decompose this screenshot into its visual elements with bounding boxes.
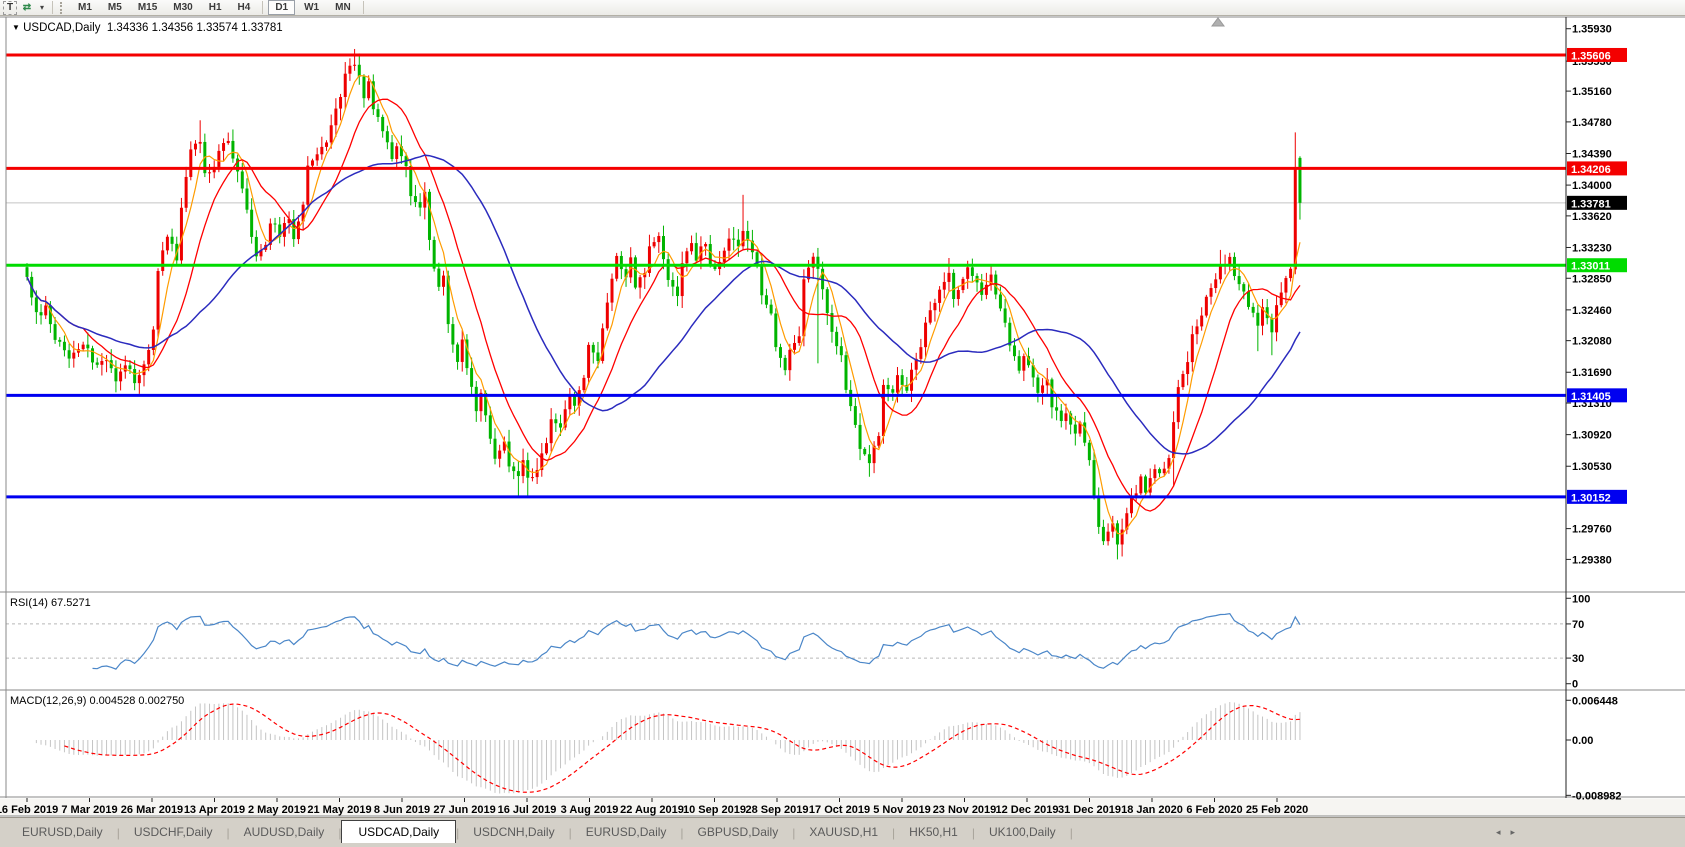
- svg-text:1.33781: 1.33781: [1571, 198, 1611, 210]
- tabs-scroll-right[interactable]: ▸: [1505, 827, 1520, 837]
- rsi-axis-label-30: 30: [1572, 653, 1584, 665]
- svg-text:21 May 2019: 21 May 2019: [307, 804, 371, 816]
- macd-axis-label: 0.006448: [1572, 695, 1618, 707]
- svg-text:1.34780: 1.34780: [1572, 117, 1612, 129]
- svg-text:1.31405: 1.31405: [1571, 391, 1611, 403]
- toolbar-separator: [52, 1, 53, 14]
- svg-text:2 May 2019: 2 May 2019: [248, 804, 306, 816]
- statusbar-strip: [0, 843, 1685, 847]
- timeframe-button-m5[interactable]: M5: [101, 0, 129, 15]
- svg-text:1.35930: 1.35930: [1572, 24, 1612, 36]
- collapse-triangle-icon[interactable]: ▼: [12, 23, 20, 32]
- price-badge-1.31405: 1.31405: [1567, 388, 1627, 403]
- svg-text:13 Apr 2019: 13 Apr 2019: [184, 804, 245, 816]
- chart-tabbar: EURUSD,Daily | USDCHF,Daily | AUDUSD,Daily | U…: [0, 817, 1685, 845]
- svg-text:10 Sep 2019: 10 Sep 2019: [683, 804, 746, 816]
- svg-text:1.33230: 1.33230: [1572, 242, 1612, 254]
- svg-text:8 Jun 2019: 8 Jun 2019: [374, 804, 430, 816]
- tab-usdcad-daily[interactable]: USDCAD,Daily: [341, 820, 457, 845]
- svg-text:16 Feb 2019: 16 Feb 2019: [0, 804, 58, 816]
- tab-eurusd-daily[interactable]: EURUSD,Daily: [8, 822, 117, 844]
- tabs-scroll-arrows: ◂ ▸: [1491, 827, 1520, 844]
- timeframe-button-d1[interactable]: D1: [268, 0, 296, 15]
- rsi-axis-label-70: 70: [1572, 619, 1584, 631]
- toolbar-grip[interactable]: [60, 1, 65, 14]
- price-badge-1.33011: 1.33011: [1567, 258, 1627, 273]
- svg-text:1.32460: 1.32460: [1572, 305, 1612, 317]
- tab-divider: |: [1069, 826, 1073, 840]
- timeframe-button-m1[interactable]: M1: [71, 0, 99, 15]
- rsi-axis-label-0: 0: [1572, 679, 1578, 691]
- macd-axis-label: -0.008982: [1572, 790, 1622, 802]
- tab-gbpusd-daily[interactable]: GBPUSD,Daily: [684, 822, 793, 844]
- current-price-badge: 1.33781: [1567, 195, 1627, 210]
- macd-indicator-label: MACD(12,26,9) 0.004528 0.002750: [10, 695, 185, 707]
- tab-usdcnh-daily[interactable]: USDCNH,Daily: [459, 822, 568, 844]
- svg-text:1.30920: 1.30920: [1572, 430, 1612, 442]
- chart-window: 1.35930 1.35530 1.35160 1.34780 1.34390 1.340…: [0, 16, 1685, 817]
- svg-text:31 Dec 2019: 31 Dec 2019: [1058, 804, 1121, 816]
- svg-text:5 Nov 2019: 5 Nov 2019: [873, 804, 930, 816]
- svg-text:1.29380: 1.29380: [1572, 554, 1612, 566]
- dropdown-caret-icon[interactable]: ▾: [37, 3, 47, 12]
- svg-text:12 Dec 2019: 12 Dec 2019: [996, 804, 1059, 816]
- svg-text:1.34000: 1.34000: [1572, 180, 1612, 192]
- svg-text:1.31690: 1.31690: [1572, 367, 1612, 379]
- svg-text:18 Jan 2020: 18 Jan 2020: [1121, 804, 1183, 816]
- symbol-switch-icon[interactable]: ⇄: [19, 2, 35, 13]
- chart-canvas[interactable]: 1.359301.355301.351601.347801.343901.340…: [0, 16, 1685, 817]
- timeframe-button-m15[interactable]: M15: [131, 0, 164, 15]
- rsi-current-value: 67.5271: [50, 597, 91, 609]
- rsi-indicator-label: RSI(14) 67.5271: [10, 597, 91, 609]
- toolbar-separator: [362, 1, 364, 14]
- tabs-scroll-left[interactable]: ◂: [1491, 827, 1506, 837]
- svg-text:1.34390: 1.34390: [1572, 148, 1612, 160]
- timeframe-button-h4[interactable]: H4: [231, 0, 258, 15]
- tab-uk100-daily[interactable]: UK100,Daily: [975, 822, 1070, 844]
- svg-text:1.29760: 1.29760: [1572, 524, 1612, 536]
- svg-text:6 Feb 2020: 6 Feb 2020: [1186, 804, 1242, 816]
- chart-background: [0, 16, 1685, 801]
- svg-text:1.35160: 1.35160: [1572, 86, 1612, 98]
- chart-title: ▼ USDCAD,Daily 1.34336 1.34356 1.33574 1…: [12, 22, 283, 34]
- tab-usdchf-daily[interactable]: USDCHF,Daily: [120, 822, 227, 844]
- svg-text:1.34206: 1.34206: [1571, 164, 1611, 176]
- macd-axis-label: 0.00: [1572, 735, 1593, 747]
- svg-text:1.33620: 1.33620: [1572, 211, 1612, 223]
- timeframe-button-w1[interactable]: W1: [297, 0, 326, 15]
- svg-text:1.35606: 1.35606: [1571, 50, 1611, 62]
- svg-text:1.32080: 1.32080: [1572, 336, 1612, 348]
- svg-text:22 Aug 2019: 22 Aug 2019: [620, 804, 684, 816]
- tab-eurusd-daily[interactable]: EURUSD,Daily: [572, 822, 681, 844]
- tab-hk50-h1[interactable]: HK50,H1: [895, 822, 972, 844]
- chart-ohlc-values: 1.34336 1.34356 1.33574 1.33781: [106, 22, 283, 34]
- svg-text:1.33011: 1.33011: [1571, 261, 1610, 273]
- top-toolbar: T ⇄ ▾ M1 M5 M15 M30 H1 H4 D1 W1 MN: [0, 0, 1685, 16]
- macd-current-values: 0.004528 0.002750: [89, 695, 185, 707]
- svg-text:17 Oct 2019: 17 Oct 2019: [809, 804, 870, 816]
- text-tool-button[interactable]: T: [3, 0, 17, 15]
- tab-xauusd-h1[interactable]: XAUUSD,H1: [795, 822, 892, 844]
- svg-text:23 Nov 2019: 23 Nov 2019: [933, 804, 997, 816]
- svg-text:27 Jun 2019: 27 Jun 2019: [433, 804, 495, 816]
- rsi-axis-label-100: 100: [1572, 593, 1590, 605]
- tab-audusd-daily[interactable]: AUDUSD,Daily: [230, 822, 339, 844]
- svg-text:7 Mar 2019: 7 Mar 2019: [61, 804, 117, 816]
- svg-text:28 Sep 2019: 28 Sep 2019: [746, 804, 809, 816]
- svg-text:1.30152: 1.30152: [1571, 492, 1611, 504]
- toolbar-separator: [262, 1, 264, 14]
- svg-text:1.32850: 1.32850: [1572, 273, 1612, 285]
- timeframe-button-m30[interactable]: M30: [166, 0, 199, 15]
- svg-text:26 Mar 2019: 26 Mar 2019: [121, 804, 183, 816]
- svg-text:1.30530: 1.30530: [1572, 461, 1612, 473]
- svg-text:16 Jul 2019: 16 Jul 2019: [498, 804, 557, 816]
- svg-text:25 Feb 2020: 25 Feb 2020: [1246, 804, 1308, 816]
- svg-text:3 Aug 2019: 3 Aug 2019: [561, 804, 619, 816]
- price-badge-1.34206: 1.34206: [1567, 161, 1627, 176]
- price-badge-1.35606: 1.35606: [1567, 47, 1627, 62]
- chart-symbol-label: USDCAD,Daily: [23, 22, 101, 34]
- timeframe-button-h1[interactable]: H1: [202, 0, 229, 15]
- timeframe-button-mn[interactable]: MN: [328, 0, 358, 15]
- price-badge-1.30152: 1.30152: [1567, 489, 1627, 504]
